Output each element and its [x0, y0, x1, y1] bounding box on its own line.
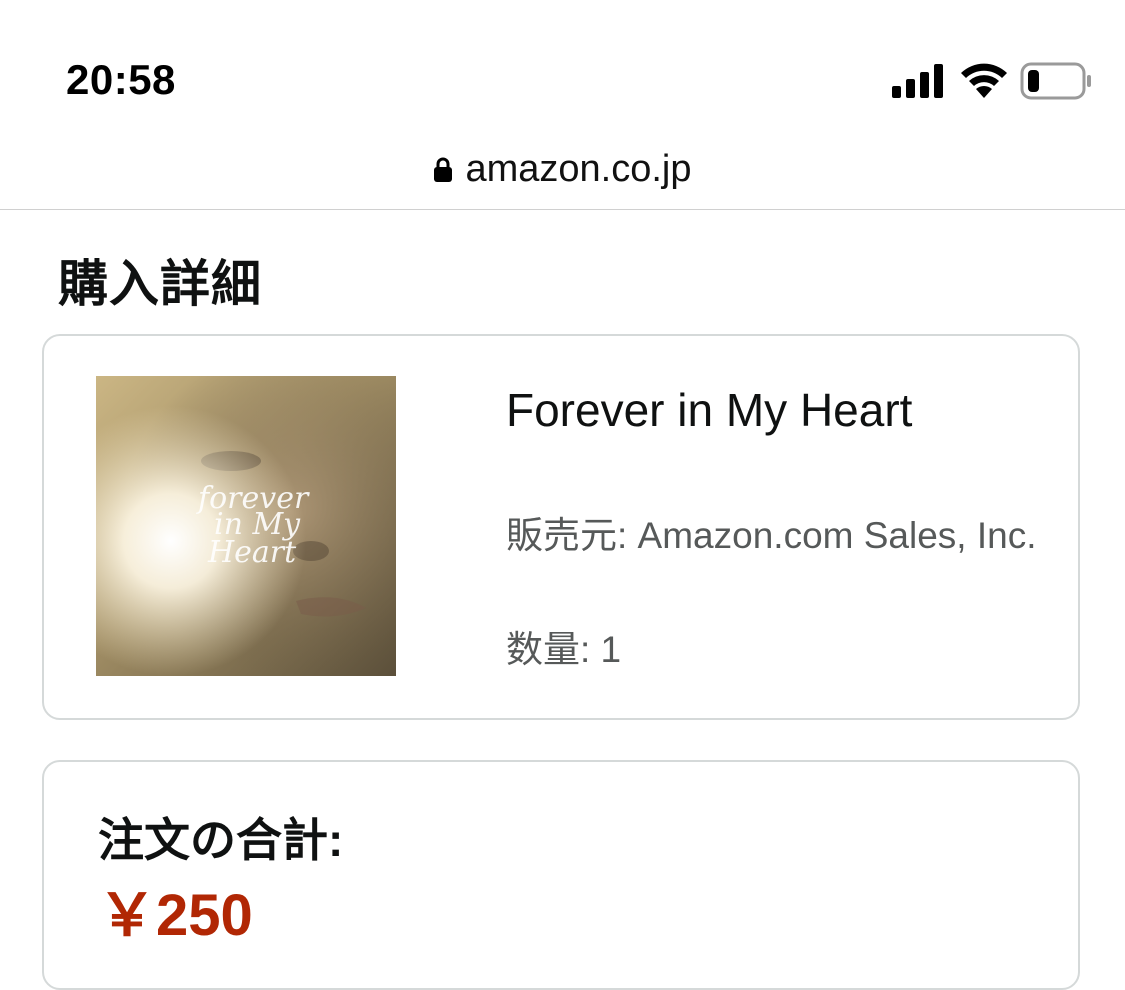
url-display[interactable]: amazon.co.jp [0, 148, 1125, 191]
order-total-label: 注文の合計: [98, 814, 344, 866]
order-total-card: 注文の合計: ￥250 [42, 760, 1080, 990]
page-title: 購入詳細 [58, 256, 262, 312]
item-card[interactable]: forever in My Heart Forever in My Heart … [42, 334, 1080, 720]
battery-icon [1020, 62, 1091, 100]
album-art-text-line-3: Heart [207, 535, 297, 570]
signal-icon [892, 64, 943, 98]
album-art-image[interactable]: forever in My Heart [96, 376, 396, 676]
lock-icon [434, 157, 453, 182]
address-bar[interactable]: amazon.co.jp [0, 130, 1125, 210]
item-quantity: 数量: 1 [506, 629, 622, 670]
status-time: 20:58 [66, 56, 176, 103]
item-title[interactable]: Forever in My Heart [506, 380, 926, 440]
status-bar: 20:58 [0, 0, 1125, 130]
item-seller: 販売元: Amazon.com Sales, Inc. [506, 515, 1037, 556]
order-total-amount: ￥250 [98, 883, 253, 948]
url-text: amazon.co.jp [465, 148, 692, 190]
wifi-icon [961, 63, 1007, 98]
album-art-graphic: forever in My Heart [96, 376, 396, 676]
